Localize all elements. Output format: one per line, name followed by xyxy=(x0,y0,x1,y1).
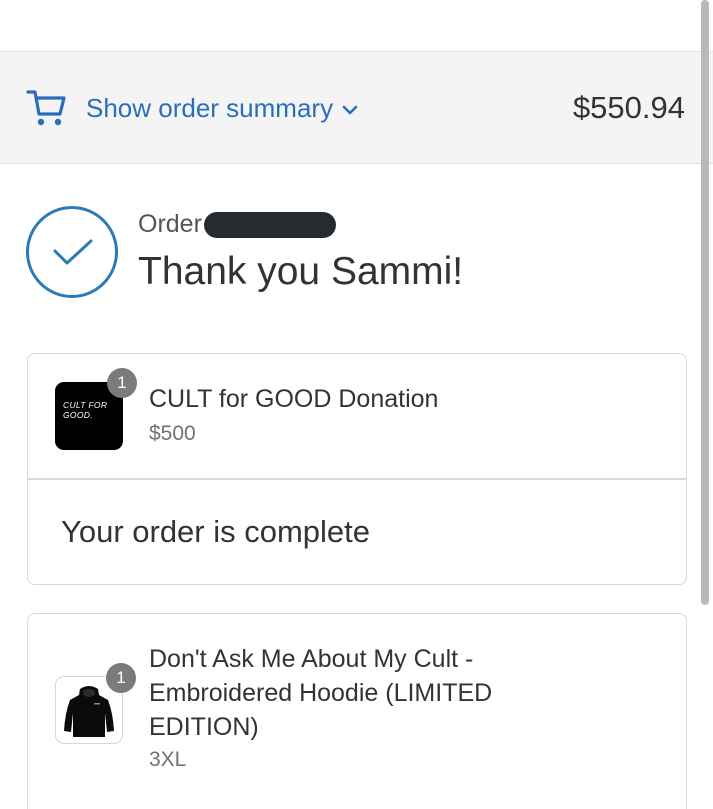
product-price: $500 xyxy=(149,422,196,445)
order-card-hoodie: 1 Don't Ask Me About My Cult - Embroider… xyxy=(27,613,687,809)
order-confirmation: Order Thank you Sammi! xyxy=(26,206,666,306)
order-number-line: Order xyxy=(138,210,336,239)
top-strip xyxy=(0,0,713,52)
thumbnail-logo-text: CULT FOR GOOD. xyxy=(63,400,108,420)
show-order-summary-label[interactable]: Show order summary xyxy=(86,93,333,124)
order-summary-bar: Show order summary $550.94 xyxy=(0,52,713,164)
chevron-down-icon[interactable] xyxy=(341,104,359,116)
product-variant: 3XL xyxy=(149,748,187,771)
quantity-badge: 1 xyxy=(107,368,137,398)
order-total: $550.94 xyxy=(572,90,685,125)
order-card-donation: CULT FOR GOOD. 1 CULT for GOOD Donation … xyxy=(27,353,687,585)
line-item: CULT FOR GOOD. 1 CULT for GOOD Donation … xyxy=(28,354,686,478)
cart-icon xyxy=(26,90,66,126)
product-name: CULT for GOOD Donation xyxy=(149,385,439,413)
product-thumbnail: 1 xyxy=(55,663,136,744)
quantity-badge: 1 xyxy=(106,663,136,693)
scrollbar[interactable] xyxy=(701,0,709,605)
product-name: Don't Ask Me About My Cult - Embroidered… xyxy=(149,645,493,741)
order-number-redacted xyxy=(203,211,336,238)
show-order-summary-toggle[interactable]: Show order summary xyxy=(26,52,359,164)
thank-you-heading: Thank you Sammi! xyxy=(138,250,464,293)
order-label: Order xyxy=(138,210,202,238)
checkmark-icon xyxy=(53,239,93,265)
order-status-message: Your order is complete xyxy=(61,514,371,549)
product-thumbnail: CULT FOR GOOD. 1 xyxy=(55,368,137,450)
divider xyxy=(28,478,686,480)
line-item: 1 Don't Ask Me About My Cult - Embroider… xyxy=(28,614,686,809)
checkmark-circle-icon xyxy=(26,206,118,298)
